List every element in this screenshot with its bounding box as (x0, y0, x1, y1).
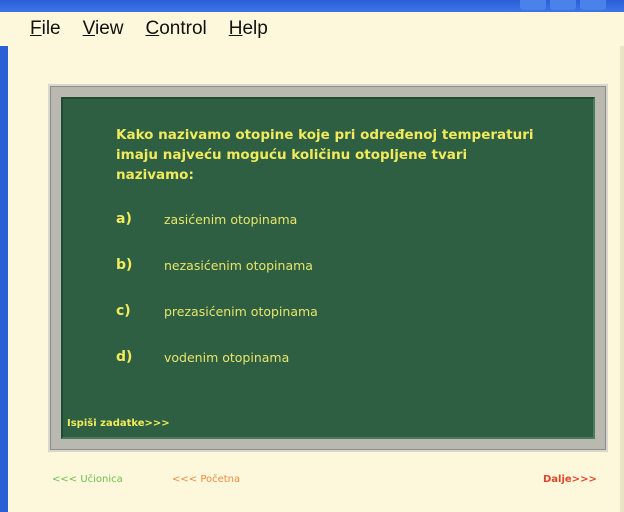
answer-text: vodenim otopinama (164, 349, 290, 365)
menu-view[interactable]: View (83, 18, 124, 40)
menu-file-accel: F (30, 18, 42, 39)
answer-option-c[interactable]: c) prezasićenim otopinama (116, 303, 318, 319)
answer-option-d[interactable]: d) vodenim otopinama (116, 349, 289, 365)
home-link[interactable]: <<< Početna (172, 474, 240, 485)
answer-text: zasićenim otopinama (164, 211, 298, 227)
question-line-1: Kako nazivamo otopine koje pri određenoj… (116, 127, 534, 143)
answer-letter: c) (116, 303, 131, 319)
menu-file[interactable]: File (30, 18, 61, 40)
question-text: Kako nazivamo otopine koje pri određenoj… (116, 125, 576, 185)
chalkboard-frame: Kako nazivamo otopine koje pri određenoj… (48, 84, 608, 452)
menu-help-accel: H (228, 18, 243, 39)
answer-letter: a) (116, 211, 132, 227)
close-button[interactable] (580, 0, 606, 10)
window-left-border (0, 12, 8, 512)
menu-help[interactable]: Help (229, 18, 268, 40)
answer-text: prezasićenim otopinama (164, 303, 318, 319)
answer-letter: b) (116, 257, 133, 273)
chalkboard: Kako nazivamo otopine koje pri određenoj… (61, 97, 595, 439)
answer-letter: d) (116, 349, 133, 365)
menu-bar: File View Control Help (0, 12, 624, 46)
window-right-border (620, 12, 624, 512)
minimize-button[interactable] (520, 0, 546, 10)
menu-view-accel: V (82, 18, 95, 39)
next-link[interactable]: Dalje>>> (543, 474, 597, 485)
menu-help-label: elp (242, 18, 268, 39)
print-tasks-link[interactable]: Ispiši zadatke>>> (67, 418, 170, 429)
menu-control-label: ontrol (159, 18, 207, 39)
maximize-button[interactable] (550, 0, 576, 10)
menu-control[interactable]: Control (145, 18, 206, 40)
answer-text: nezasićenim otopinama (164, 257, 313, 273)
menu-view-label: iew (94, 18, 124, 39)
question-line-2: imaju najveću moguću količinu otopljene … (116, 147, 468, 163)
menu-file-label: ile (41, 18, 61, 39)
question-line-3: nazivamo: (116, 167, 194, 183)
answer-option-a[interactable]: a) zasićenim otopinama (116, 211, 297, 227)
menu-control-accel: C (145, 18, 160, 39)
classroom-link[interactable]: <<< Učionica (52, 474, 123, 485)
answer-option-b[interactable]: b) nezasićenim otopinama (116, 257, 313, 273)
